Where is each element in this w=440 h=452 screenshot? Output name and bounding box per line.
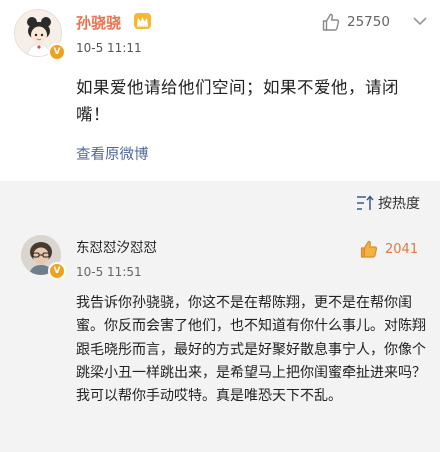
comment-timestamp: 10-5 11:51	[76, 265, 142, 279]
sort-icon	[357, 195, 374, 210]
sort-label: 按热度	[378, 196, 420, 212]
weibo-post: V 孙骁骁 10-5 11:11 25750 如果爱他请给他们空间；如果不爱他，…	[0, 0, 440, 181]
post-like-button[interactable]: 25750	[321, 12, 390, 32]
post-timestamp: 10-5 11:11	[76, 41, 142, 55]
verified-badge-icon: V	[48, 43, 66, 61]
post-like-count: 25750	[347, 14, 390, 30]
post-more-menu[interactable]	[411, 12, 429, 30]
comments-section: 按热度 V 东怼怼汐怼怼 10-5 11:51 2041 我告诉你孙骁骁，你这不…	[0, 181, 440, 452]
thumbs-up-icon	[360, 240, 378, 258]
thumbs-up-icon	[322, 13, 340, 31]
member-crown-icon	[134, 13, 151, 29]
view-original-link[interactable]: 查看原微博	[76, 143, 149, 164]
comment-author-name[interactable]: 东怼怼汐怼怼	[76, 236, 157, 256]
comment-like-button[interactable]: 2041	[359, 239, 418, 259]
comment-like-count: 2041	[385, 241, 419, 257]
chevron-down-icon	[413, 17, 427, 25]
post-author-name[interactable]: 孙骁骁	[76, 12, 121, 33]
comment-content: 我告诉你孙骁骁，你这不是在帮陈翔，更不是在帮你闺蜜。你反而会害了他们，也不知道有…	[76, 295, 426, 405]
verified-badge-icon: V	[48, 262, 66, 280]
sort-by-hot-button[interactable]: 按热度	[356, 193, 420, 213]
post-content: 如果爱他请给他们空间；如果不爱他，请闭嘴！	[76, 78, 399, 124]
